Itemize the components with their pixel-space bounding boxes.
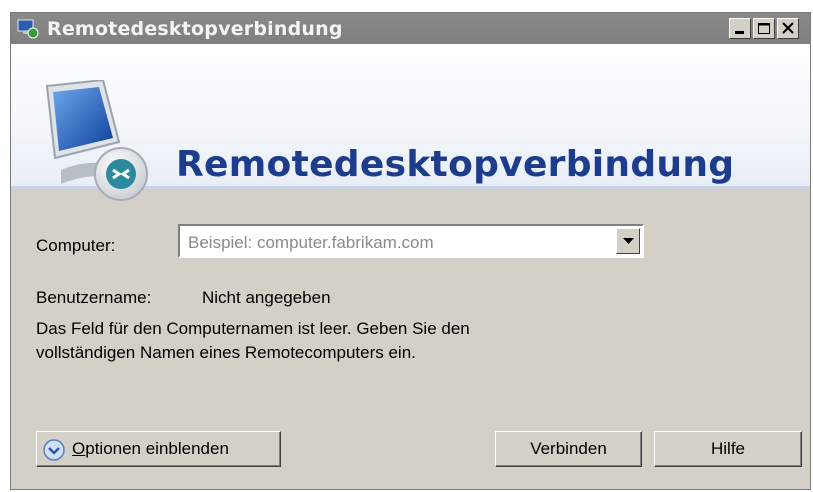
computer-combobox[interactable]: Beispiel: computer.fabrikam.com [178,224,644,258]
title-bar[interactable]: Remotedesktopverbindung [11,13,810,44]
maximize-button[interactable] [753,18,775,39]
expand-options-icon [43,439,65,461]
username-value: Nicht angegeben [202,288,331,307]
show-options-label: Optionen einblenden [72,439,229,458]
banner-heading: Remotedesktopverbindung [176,144,735,185]
computer-input-placeholder: Beispiel: computer.fabrikam.com [188,233,434,252]
remote-desktop-monitor-icon [45,80,148,201]
remote-desktop-app-icon [17,19,39,39]
maximize-icon [758,23,770,34]
computer-label: Computer: [36,236,116,255]
computer-dropdown-button[interactable] [616,228,640,254]
message-line-1: Das Feld für den Computernamen ist leer.… [36,319,470,338]
username-label: Benutzername: [36,288,152,307]
connect-button[interactable]: Verbinden [495,431,642,467]
help-button[interactable]: Hilfe [654,431,802,467]
minimize-button[interactable] [729,18,751,39]
window-title: Remotedesktopverbindung [47,18,343,40]
chevron-down-icon [623,238,634,244]
minimize-icon [735,31,744,34]
message-line-2: vollständigen Namen eines Remotecomputer… [36,343,416,362]
close-button[interactable] [777,18,799,39]
close-icon [782,22,794,34]
show-options-button[interactable]: Optionen einblenden [36,431,281,467]
header-banner: Remotedesktopverbindung [11,44,810,201]
remote-desktop-window: Remotedesktopverbindung Remotedesktopver… [10,12,811,490]
